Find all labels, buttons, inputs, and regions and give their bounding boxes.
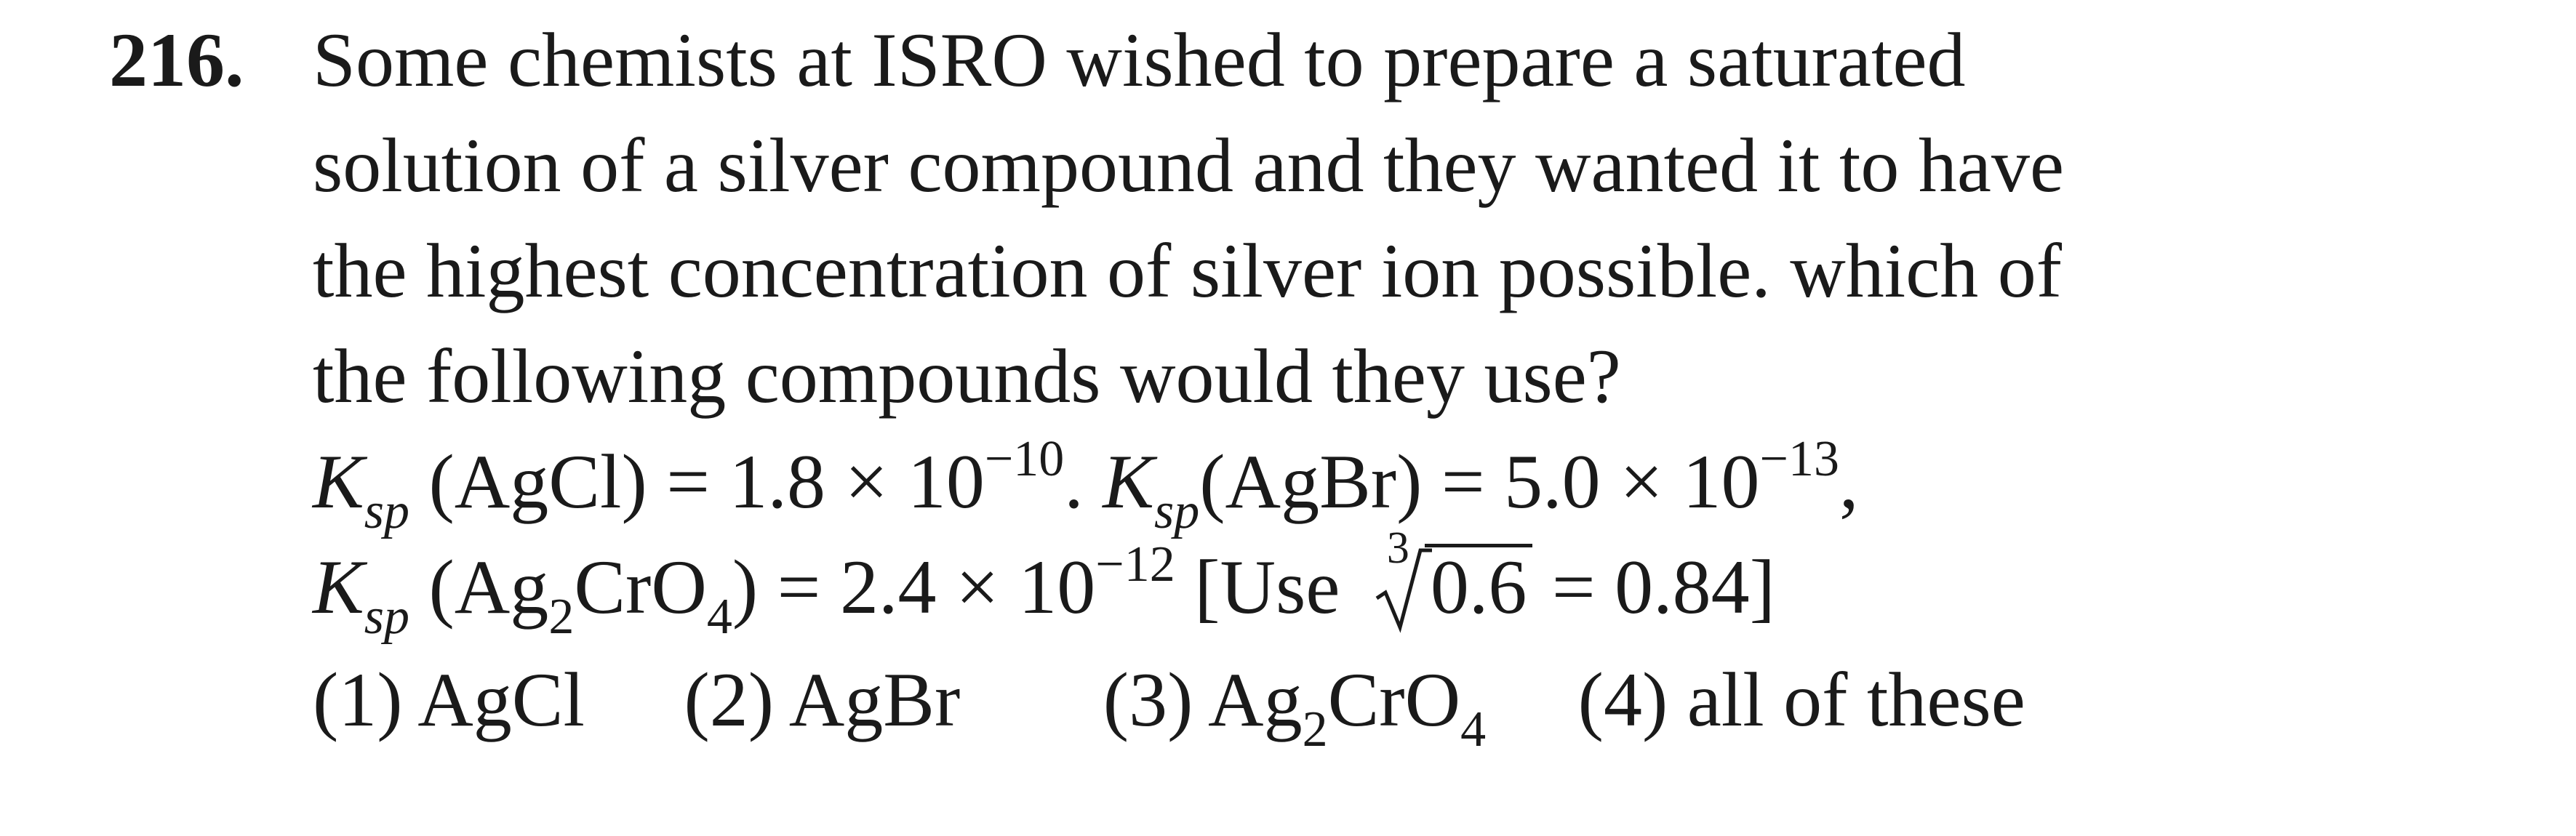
question-text-line-3: the highest concentration of silver ion … <box>313 228 2063 313</box>
ag2cro4-sub-2: 2 <box>548 589 575 645</box>
ksp-symbol-3: K <box>313 544 364 630</box>
agbr-exponent: −13 <box>1759 431 1839 487</box>
separator: . <box>1064 439 1103 524</box>
ksp-subscript-2: sp <box>1154 483 1200 539</box>
agbr-ksp-value: (AgBr) = 5.0 × 10 <box>1199 439 1760 524</box>
agcl-exponent: −10 <box>984 431 1065 487</box>
question-number: 216. <box>109 17 244 103</box>
agcl-ksp-value: (AgCl) = 1.8 × 10 <box>428 439 985 524</box>
option-3-sub-4: 4 <box>1460 702 1487 757</box>
option-4[interactable]: (4) all of these <box>1578 647 2025 752</box>
question-text-line-2: solution of a silver compound and they w… <box>313 123 2065 208</box>
ksp-subscript: sp <box>364 483 409 539</box>
root-result: = 0.84] <box>1532 544 1775 630</box>
option-3-mid: CrO <box>1327 657 1461 742</box>
ag2cro4-exponent: −12 <box>1095 536 1175 592</box>
ag2cro4-value: ) = 2.4 × 10 <box>732 544 1096 630</box>
ksp-symbol-2: K <box>1103 439 1154 524</box>
ag2cro4-open: (Ag <box>428 544 549 630</box>
answer-options: (1) AgCl (2) AgBr (3) Ag2CrO4 (4) all of… <box>313 647 2495 762</box>
option-3-prefix: (3) Ag <box>1103 657 1303 742</box>
option-1[interactable]: (1) AgCl <box>313 647 585 752</box>
use-hint-open: [Use <box>1175 544 1359 630</box>
question-content: Some chemists at ISRO wished to prepare … <box>313 7 2495 762</box>
option-3[interactable]: (3) Ag2CrO4 <box>1103 647 1486 762</box>
question-text-line-4: the following compounds would they use? <box>313 334 1621 419</box>
ksp-line-1: Ksp (AgCl) = 1.8 × 10−10. Ksp(AgBr) = 5.… <box>313 429 2495 539</box>
option-2[interactable]: (2) AgBr <box>684 647 960 752</box>
comma: , <box>1839 439 1859 524</box>
radical-sign-icon <box>1375 548 1432 633</box>
ag2cro4-sub-4: 4 <box>706 589 732 645</box>
ag2cro4-mid: CrO <box>574 544 707 630</box>
cube-root: 3 0.6 <box>1374 526 1533 640</box>
ksp-symbol: K <box>313 439 364 524</box>
ksp-line-2: Ksp (Ag2CrO4) = 2.4 × 10−12 [Use 3 0.6 = … <box>313 526 2495 645</box>
root-radicand: 0.6 <box>1424 544 1533 627</box>
option-3-sub-2: 2 <box>1302 702 1328 757</box>
question-text-line-1: Some chemists at ISRO wished to prepare … <box>313 17 1966 103</box>
ksp-subscript-3: sp <box>364 589 409 645</box>
